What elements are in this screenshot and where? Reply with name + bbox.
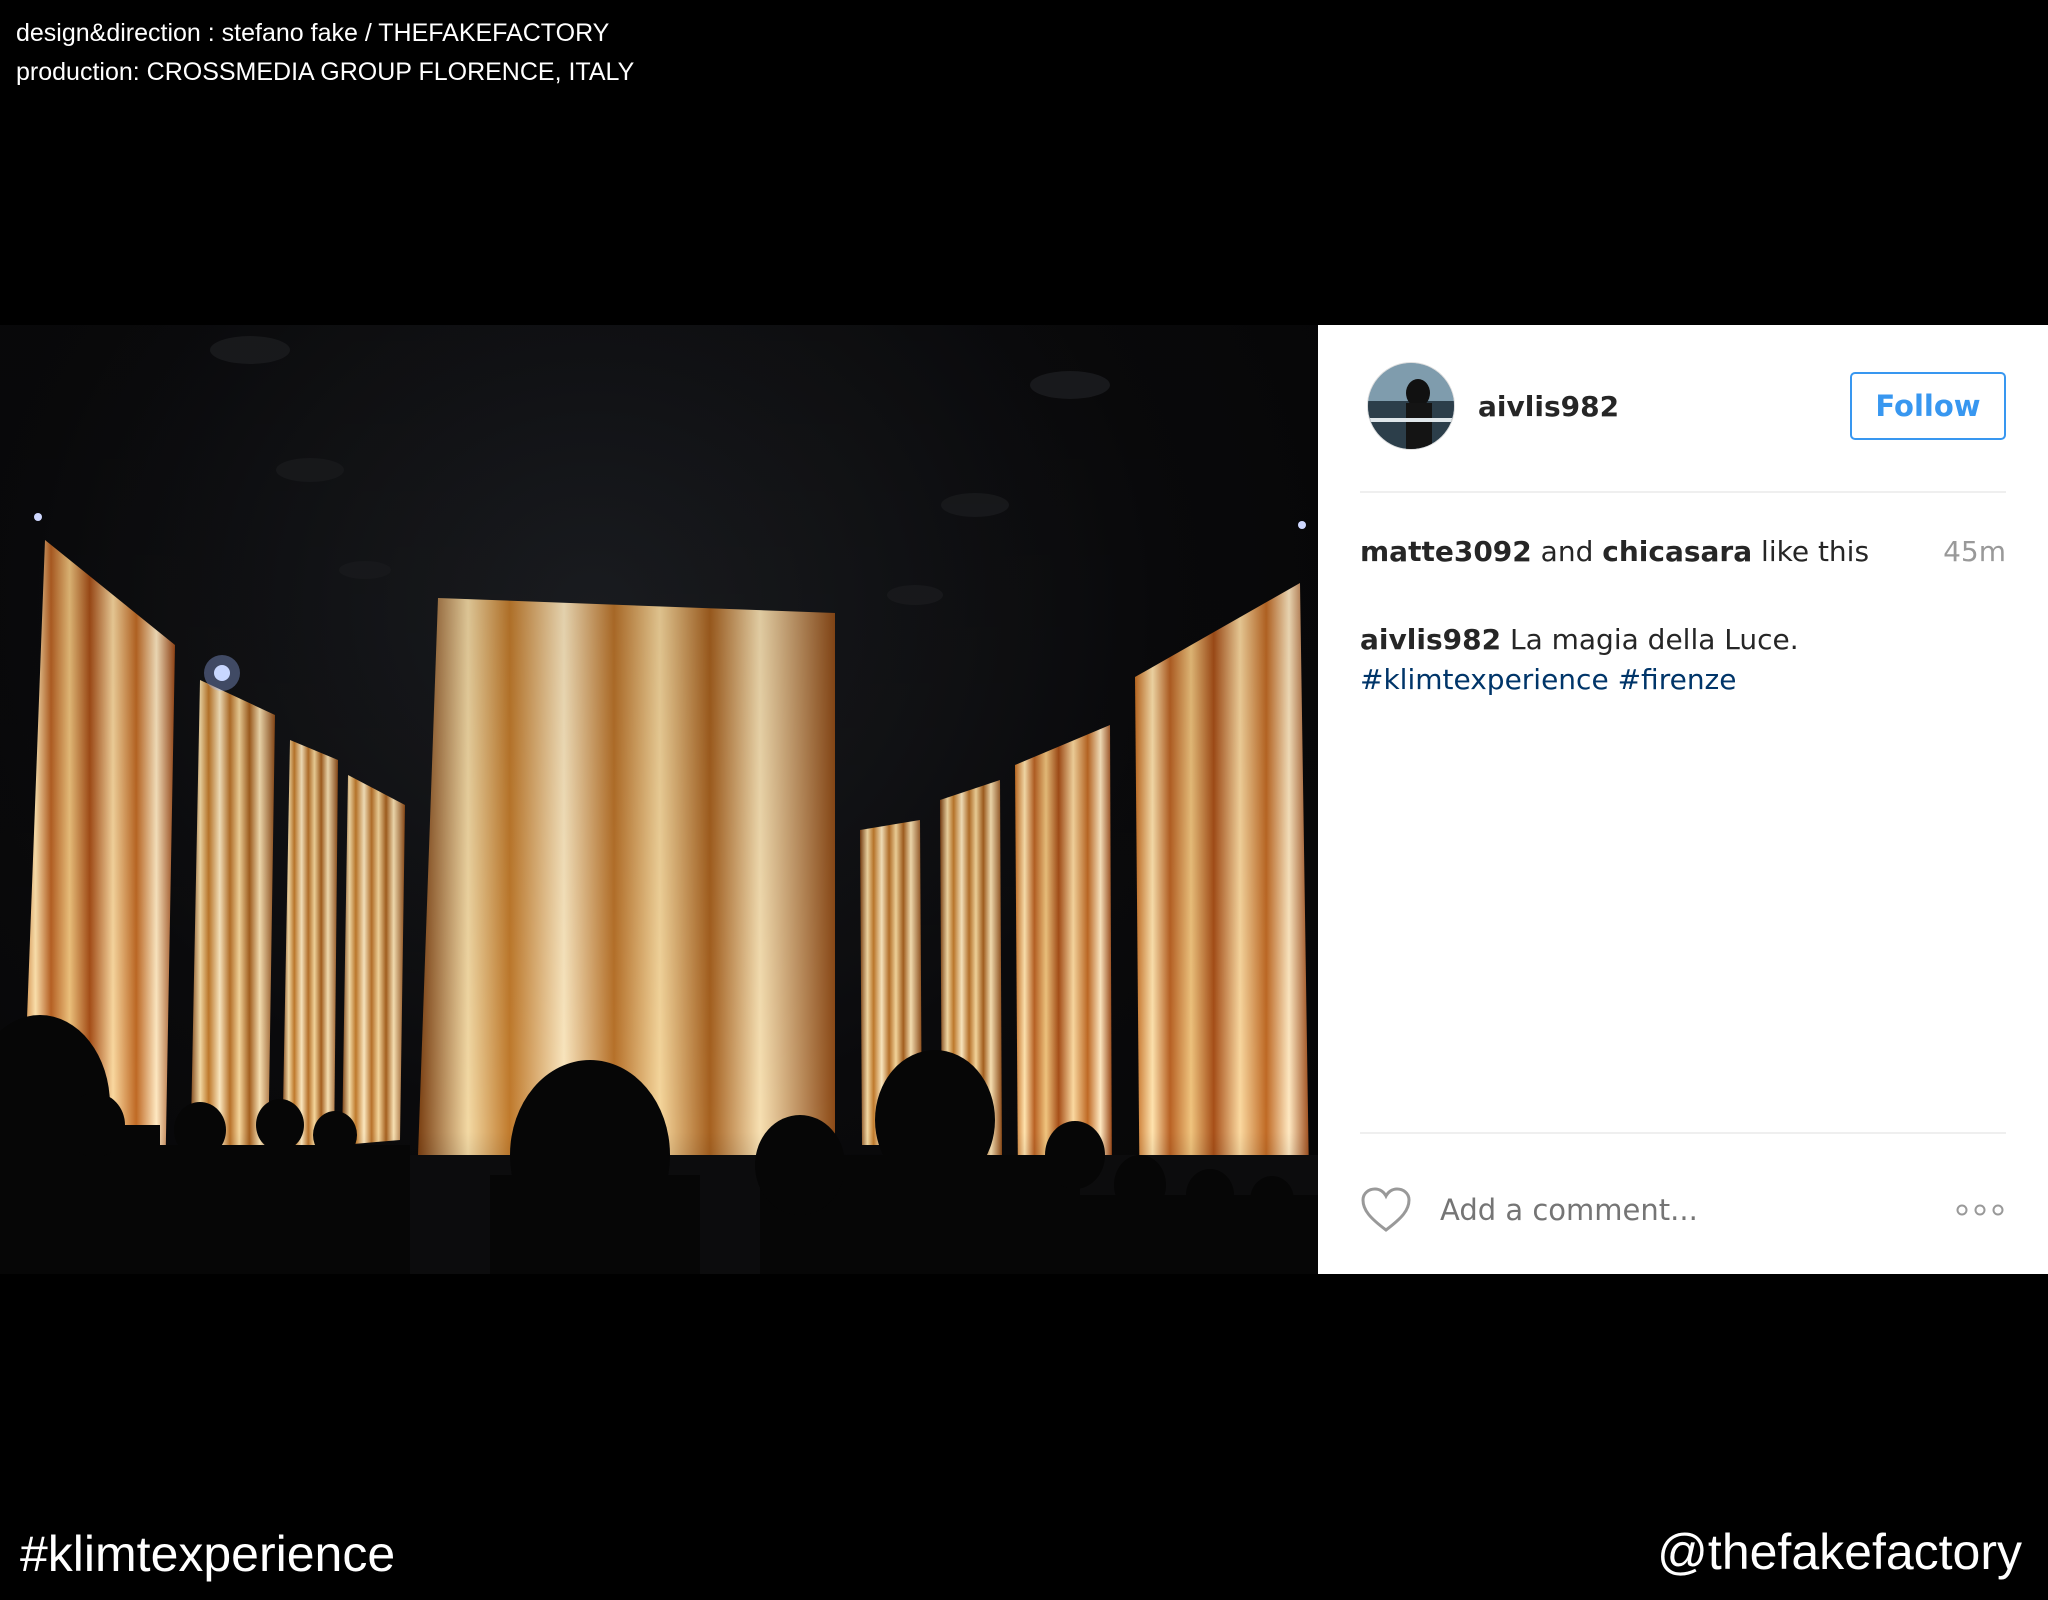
more-options-icon[interactable] [1954, 1200, 2006, 1220]
post-panel: aivlis982 Follow matte3092 and chicasara… [1318, 325, 2048, 1274]
liker-1[interactable]: matte3092 [1360, 535, 1532, 568]
post-header: aivlis982 Follow [1368, 363, 2006, 449]
follow-button[interactable]: Follow [1850, 372, 2006, 440]
credits-production: production: CROSSMEDIA GROUP FLORENCE, I… [16, 58, 635, 86]
username[interactable]: aivlis982 [1478, 390, 1850, 423]
instagram-embed: aivlis982 Follow matte3092 and chicasara… [0, 325, 2048, 1274]
caption: aivlis982 La magia della Luce. #klimtexp… [1360, 620, 2006, 700]
likes-connector: and [1531, 535, 1603, 568]
exhibition-photo [0, 325, 1318, 1274]
caption-text: La magia della Luce. [1501, 623, 1799, 656]
comment-input[interactable] [1438, 1192, 1954, 1228]
footer-handle: @thefakefactory [1657, 1524, 2022, 1580]
post-time[interactable]: 45m [1943, 535, 2006, 568]
hashtag-firenze[interactable]: #firenze [1618, 663, 1737, 696]
credits: design&direction : stefano fake / THEFAK… [16, 14, 634, 92]
likes-suffix: like this [1752, 535, 1870, 568]
avatar-image [1368, 363, 1454, 449]
likes-text: matte3092 and chicasara like this [1360, 535, 1869, 568]
caption-author[interactable]: aivlis982 [1360, 623, 1501, 656]
header-divider [1360, 491, 2006, 493]
comment-row [1360, 1185, 2006, 1235]
avatar[interactable] [1368, 363, 1454, 449]
heart-icon[interactable] [1360, 1186, 1412, 1234]
liker-2[interactable]: chicasara [1602, 535, 1752, 568]
hashtag-klimtexperience[interactable]: #klimtexperience [1360, 663, 1609, 696]
credits-direction: design&direction : stefano fake / THEFAK… [16, 19, 610, 47]
likes-row: matte3092 and chicasara like this 45m [1360, 535, 2006, 568]
footer-hashtag: #klimtexperience [20, 1526, 396, 1582]
post-photo[interactable] [0, 325, 1318, 1274]
comment-divider [1360, 1132, 2006, 1134]
